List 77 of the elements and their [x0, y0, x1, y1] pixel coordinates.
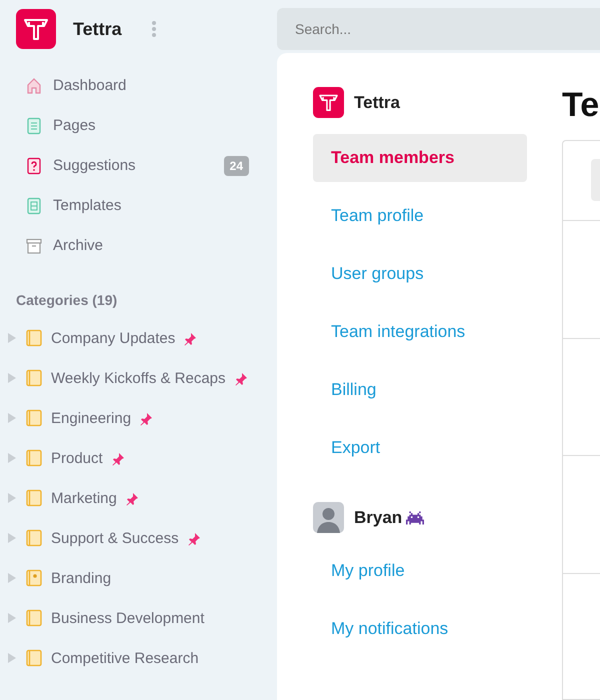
brand-name: Tettra: [354, 92, 400, 114]
alien-icon: [406, 510, 424, 524]
document-icon: [25, 117, 43, 135]
template-icon: [25, 197, 43, 215]
category-label: Competitive Research: [51, 649, 199, 669]
nav-item[interactable]: Pages: [0, 106, 277, 146]
more-vertical-icon[interactable]: [150, 20, 157, 38]
settings-link[interactable]: Team members: [313, 134, 527, 182]
settings-link[interactable]: Team profile: [313, 192, 527, 240]
category-label: Weekly Kickoffs & Recaps: [51, 369, 226, 389]
house-icon: [25, 77, 43, 95]
pin-icon: [186, 532, 201, 546]
nav-item[interactable]: Templates: [0, 186, 277, 226]
category-item[interactable]: Competitive Research: [0, 639, 277, 679]
book-icon: [25, 569, 43, 587]
settings-link[interactable]: Billing: [313, 366, 527, 414]
category-item[interactable]: Business Development: [0, 599, 277, 639]
expand-caret-icon[interactable]: [7, 532, 17, 544]
nav-item[interactable]: Dashboard: [0, 66, 277, 106]
nav-label: Archive: [53, 236, 104, 256]
nav-item[interactable]: Archive: [0, 226, 277, 266]
book-icon: [25, 409, 43, 427]
category-item[interactable]: Branding: [0, 559, 277, 599]
expand-caret-icon[interactable]: [7, 452, 17, 464]
category-label: Engineering: [51, 409, 132, 429]
expand-caret-icon[interactable]: [7, 492, 17, 504]
expand-caret-icon[interactable]: [7, 372, 17, 384]
nav-label: Templates: [53, 196, 122, 216]
expand-caret-icon[interactable]: [7, 412, 17, 424]
category-label: Branding: [51, 569, 112, 589]
category-label: Business Development: [51, 609, 204, 629]
settings-link[interactable]: User groups: [313, 250, 527, 298]
settings-link[interactable]: My profile: [313, 547, 527, 595]
expand-caret-icon[interactable]: [7, 332, 17, 344]
settings-link[interactable]: My notifications: [313, 605, 527, 653]
section-heading: Categories (19): [15, 291, 118, 310]
expand-caret-icon[interactable]: [7, 572, 17, 584]
expand-caret-icon[interactable]: [7, 652, 17, 664]
category-label: Support & Success: [51, 529, 179, 549]
book-icon: [25, 529, 43, 547]
search-field[interactable]: Search...: [277, 8, 600, 50]
nav-item[interactable]: Suggestions 24: [0, 146, 277, 186]
category-label: Product: [51, 449, 103, 469]
settings-link[interactable]: Export: [313, 424, 527, 472]
nav-label: Dashboard: [53, 76, 128, 96]
book-icon: [25, 489, 43, 507]
category-item[interactable]: Engineering: [0, 399, 277, 439]
logo-icon: [313, 87, 344, 118]
book-icon: [25, 649, 43, 667]
book-icon: [25, 329, 43, 347]
category-item[interactable]: Company Updates: [0, 319, 277, 359]
question-icon: [25, 157, 43, 175]
count-badge: 24: [224, 156, 249, 176]
book-icon: [25, 369, 43, 387]
category-label: Marketing: [51, 489, 117, 509]
logo-icon: [16, 9, 56, 49]
category-label: Company Updates: [51, 329, 176, 349]
pin-icon: [139, 412, 154, 426]
book-icon: [25, 449, 43, 467]
pin-icon: [183, 332, 198, 346]
category-item[interactable]: Weekly Kickoffs & Recaps: [0, 359, 277, 399]
avatar-icon: [313, 502, 344, 533]
settings-link[interactable]: Team integrations: [313, 308, 527, 356]
page-heading: Te: [562, 87, 600, 125]
nav-label: Pages: [53, 116, 97, 136]
brand-name: Tettra: [73, 18, 122, 40]
category-item[interactable]: Product: [0, 439, 277, 479]
archive-box-icon: [25, 237, 43, 255]
pin-icon: [234, 372, 248, 386]
book-icon: [25, 609, 43, 627]
nav-label: Suggestions: [53, 156, 137, 176]
category-item[interactable]: Marketing: [0, 479, 277, 519]
category-item[interactable]: Support & Success: [0, 519, 277, 559]
pin-icon: [124, 492, 139, 506]
expand-caret-icon[interactable]: [7, 612, 17, 624]
user-name: Bryan: [354, 506, 402, 529]
pin-icon: [110, 452, 125, 466]
